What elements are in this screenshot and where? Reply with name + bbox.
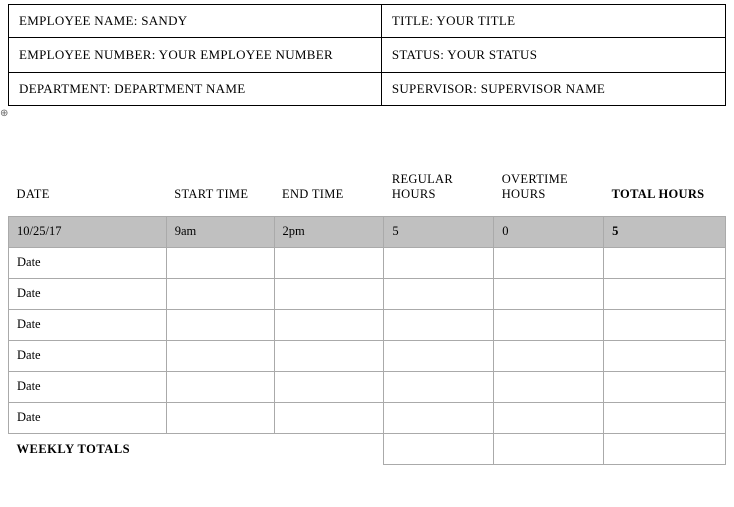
cell-regular-hours	[384, 402, 494, 433]
table-row: Date	[9, 309, 726, 340]
supervisor-cell: SUPERVISOR: SUPERVISOR NAME	[381, 72, 725, 105]
cell-total-hours	[604, 309, 726, 340]
cell-regular-hours	[384, 309, 494, 340]
employee-name-cell: EMPLOYEE NAME: SANDY	[9, 5, 382, 38]
table-row: Date	[9, 278, 726, 309]
cell-total-hours	[604, 278, 726, 309]
header-start-time: START TIME	[166, 166, 274, 217]
cell-regular-hours: 5	[384, 216, 494, 247]
cell-overtime-hours	[494, 309, 604, 340]
cell-end-time	[274, 278, 384, 309]
cell-date: Date	[9, 402, 167, 433]
cell-total-hours: 5	[604, 216, 726, 247]
title-cell: TITLE: YOUR TITLE	[381, 5, 725, 38]
table-row: Date	[9, 340, 726, 371]
cell-end-time: 2pm	[274, 216, 384, 247]
cell-date: Date	[9, 278, 167, 309]
cell-total-hours	[604, 340, 726, 371]
cell-overtime-hours	[494, 340, 604, 371]
header-date: DATE	[9, 166, 167, 217]
weekly-totals-label: WEEKLY TOTALS	[9, 433, 384, 465]
cell-regular-hours	[384, 247, 494, 278]
cell-start-time	[166, 247, 274, 278]
cell-end-time	[274, 309, 384, 340]
table-row: Date	[9, 247, 726, 278]
cell-start-time	[166, 278, 274, 309]
cell-start-time	[166, 309, 274, 340]
header-end-time: END TIME	[274, 166, 384, 217]
cell-date: Date	[9, 371, 167, 402]
employee-number-cell: EMPLOYEE NUMBER: YOUR EMPLOYEE NUMBER	[9, 38, 382, 73]
status-cell: STATUS: YOUR STATUS	[381, 38, 725, 73]
cell-end-time	[274, 402, 384, 433]
header-overtime-hours: OVERTIME HOURS	[494, 166, 604, 217]
cell-overtime-hours	[494, 247, 604, 278]
table-row: Date	[9, 371, 726, 402]
cell-start-time	[166, 402, 274, 433]
cell-total-hours	[604, 402, 726, 433]
table-row: Date	[9, 402, 726, 433]
cell-overtime-hours: 0	[494, 216, 604, 247]
weekly-totals-row: WEEKLY TOTALS	[9, 433, 726, 465]
cell-total-hours	[604, 371, 726, 402]
table-row: 10/25/179am2pm505	[9, 216, 726, 247]
cell-date: Date	[9, 309, 167, 340]
department-cell: DEPARTMENT: DEPARTMENT NAME	[9, 72, 382, 105]
weekly-total-regular	[384, 433, 494, 465]
cell-start-time	[166, 340, 274, 371]
cell-start-time	[166, 371, 274, 402]
cell-date: Date	[9, 247, 167, 278]
cell-regular-hours	[384, 371, 494, 402]
employee-info-table: EMPLOYEE NAME: SANDY TITLE: YOUR TITLE E…	[8, 4, 726, 106]
cell-date: Date	[9, 340, 167, 371]
cell-overtime-hours	[494, 278, 604, 309]
cell-overtime-hours	[494, 402, 604, 433]
cell-date: 10/25/17	[9, 216, 167, 247]
header-regular-hours: REGULAR HOURS	[384, 166, 494, 217]
weekly-total-overtime	[494, 433, 604, 465]
cell-overtime-hours	[494, 371, 604, 402]
timesheet-header-row: DATE START TIME END TIME REGULAR HOURS O…	[9, 166, 726, 217]
cell-end-time	[274, 371, 384, 402]
table-anchor-icon: ⊕	[0, 108, 8, 119]
cell-regular-hours	[384, 340, 494, 371]
header-total-hours: TOTAL HOURS	[604, 166, 726, 217]
timesheet-body: 10/25/179am2pm505DateDateDateDateDateDat…	[9, 216, 726, 433]
weekly-total-total	[604, 433, 726, 465]
cell-start-time: 9am	[166, 216, 274, 247]
cell-regular-hours	[384, 278, 494, 309]
cell-end-time	[274, 247, 384, 278]
cell-total-hours	[604, 247, 726, 278]
cell-end-time	[274, 340, 384, 371]
timesheet-table: DATE START TIME END TIME REGULAR HOURS O…	[8, 166, 726, 466]
